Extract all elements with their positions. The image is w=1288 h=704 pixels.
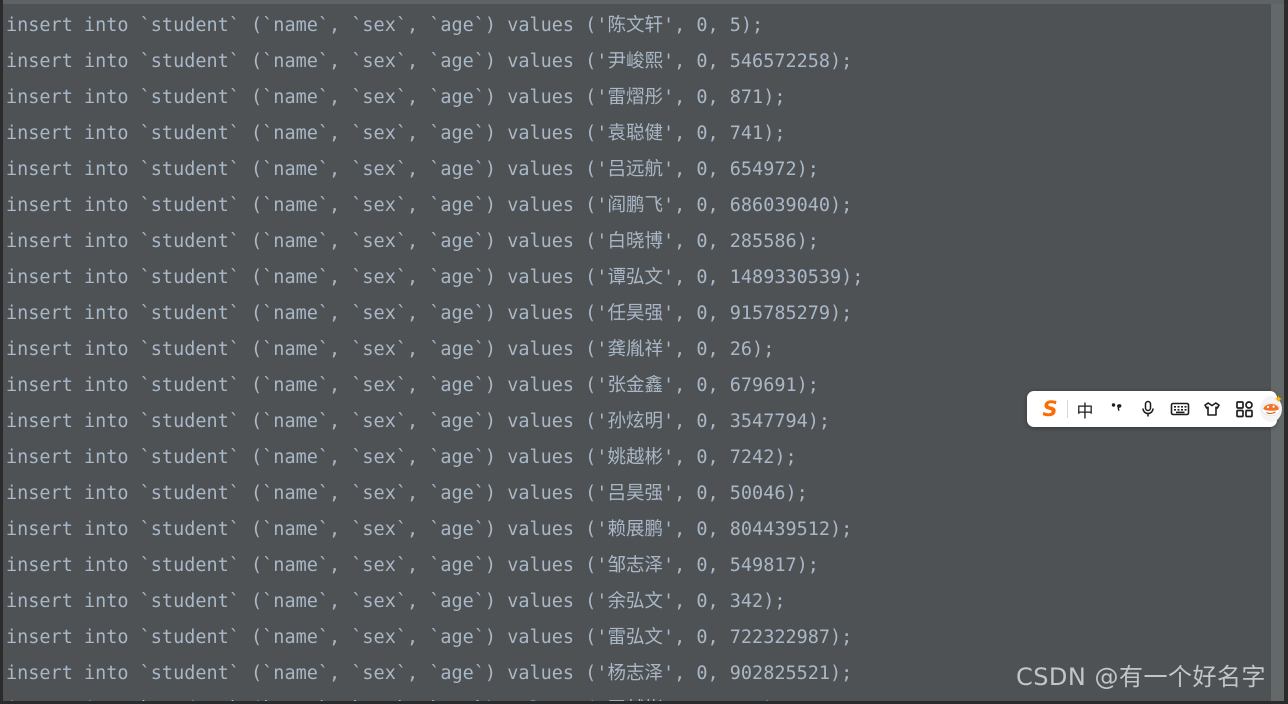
code-line[interactable]: insert into `student` (`name`, `sex`, `a… [6,224,1271,260]
microphone-icon[interactable] [1132,391,1164,427]
code-line[interactable]: insert into `student` (`name`, `sex`, `a… [6,296,1271,332]
emoji-mascot-icon[interactable]: ✦ [1260,394,1283,422]
soft-keyboard-icon[interactable] [1164,391,1196,427]
window-left-edge [0,0,3,704]
window-top-edge [0,0,1288,4]
sogou-logo-icon[interactable]: S [1033,391,1067,427]
code-line[interactable]: insert into `student` (`name`, `sex`, `a… [6,80,1271,116]
code-line[interactable]: insert into `student` (`name`, `sex`, `a… [6,260,1271,296]
code-line[interactable]: insert into `student` (`name`, `sex`, `a… [6,332,1271,368]
code-line[interactable]: insert into `student` (`name`, `sex`, `a… [6,512,1271,548]
code-editor-area[interactable]: insert into `student` (`name`, `sex`, `a… [3,4,1271,704]
code-line[interactable]: insert into `student` (`name`, `sex`, `a… [6,152,1271,188]
code-line[interactable]: insert into `student` (`name`, `sex`, `a… [6,440,1271,476]
chinese-mode-icon[interactable]: 中 [1068,391,1102,427]
sogou-ime-toolbar[interactable]: S 中 ✦ [1027,391,1283,427]
punctuation-mode-icon[interactable] [1102,391,1132,427]
vertical-scrollbar[interactable] [1271,0,1284,704]
code-line[interactable]: insert into `student` (`name`, `sex`, `a… [6,116,1271,152]
code-line[interactable]: insert into `student` (`name`, `sex`, `a… [6,620,1271,656]
code-line[interactable]: insert into `student` (`name`, `sex`, `a… [6,44,1271,80]
code-line[interactable]: insert into `student` (`name`, `sex`, `a… [6,548,1271,584]
code-line[interactable]: insert into `student` (`name`, `sex`, `a… [6,188,1271,224]
code-line[interactable]: insert into `student` (`name`, `sex`, `a… [6,584,1271,620]
code-line[interactable]: insert into `student` (`name`, `sex`, `a… [6,8,1271,44]
sparkle-icon: ✦ [1273,394,1283,406]
editor-window: insert into `student` (`name`, `sex`, `a… [0,0,1288,704]
code-line[interactable]: insert into `student` (`name`, `sex`, `a… [6,476,1271,512]
skin-shirt-icon[interactable] [1196,391,1228,427]
window-right-edge [1284,0,1288,704]
toolbox-grid-icon[interactable] [1228,391,1260,427]
csdn-watermark: CSDN @有一个好名字 [1015,663,1266,691]
